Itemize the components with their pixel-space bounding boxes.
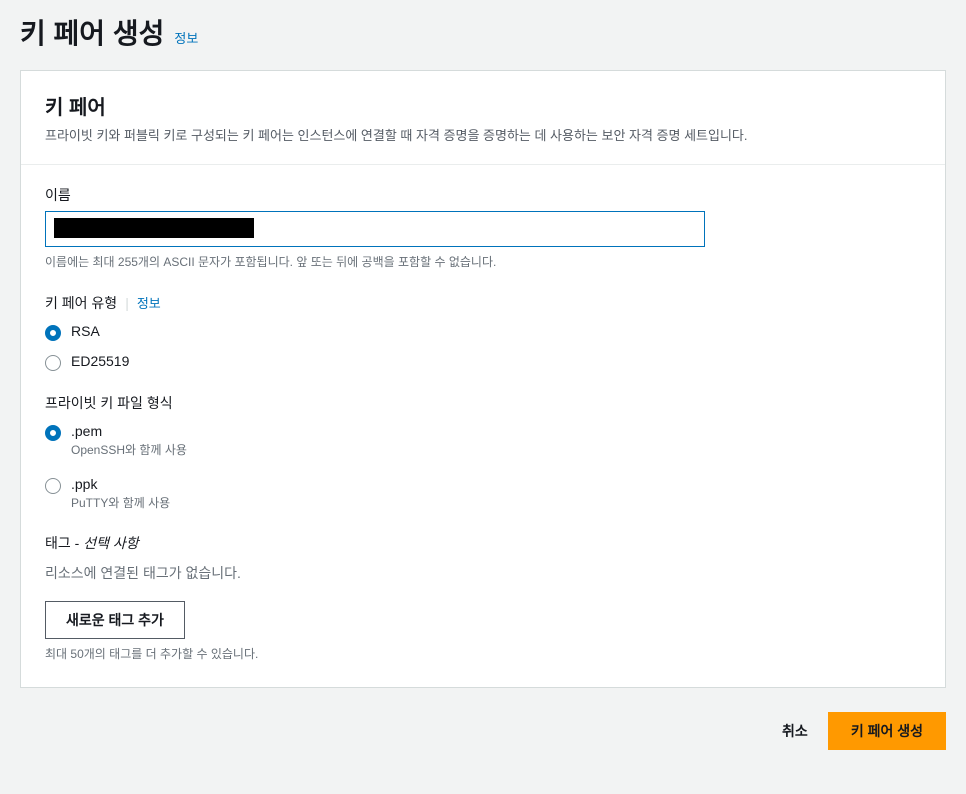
keypair-panel: 키 페어 프라이빗 키와 퍼블릭 키로 구성되는 키 페어는 인스턴스에 연결할… <box>20 70 946 688</box>
tags-label-suffix: 선택 사항 <box>83 535 138 551</box>
page-header: 키 페어 생성 정보 <box>20 0 946 70</box>
file-format-radio-group: .pem OpenSSH와 함께 사용 .ppk PuTTY와 함께 사용 <box>45 423 921 511</box>
tags-label-prefix: 태그 - <box>45 535 83 551</box>
file-format-field: 프라이빗 키 파일 형식 .pem OpenSSH와 함께 사용 .ppk Pu… <box>45 393 921 511</box>
tags-empty-text: 리소스에 연결된 태그가 없습니다. <box>45 563 921 583</box>
panel-title: 키 페어 <box>45 91 921 120</box>
radio-icon <box>45 425 61 441</box>
radio-label: RSA <box>71 323 100 339</box>
radio-label: .ppk <box>71 476 170 492</box>
tags-field: 태그 - 선택 사항 리소스에 연결된 태그가 없습니다. 새로운 태그 추가 … <box>45 533 921 663</box>
keypair-type-label: 키 페어 유형 <box>45 293 117 313</box>
radio-icon <box>45 355 61 371</box>
radio-description: PuTTY와 함께 사용 <box>71 494 170 511</box>
label-divider: | <box>125 295 129 311</box>
radio-option-ppk[interactable]: .ppk PuTTY와 함께 사용 <box>45 476 921 511</box>
name-input[interactable] <box>45 211 705 247</box>
name-input-value <box>54 218 254 238</box>
radio-label: .pem <box>71 423 187 439</box>
panel-header: 키 페어 프라이빗 키와 퍼블릭 키로 구성되는 키 페어는 인스턴스에 연결할… <box>21 71 945 165</box>
panel-body: 이름 이름에는 최대 255개의 ASCII 문자가 포함됩니다. 앞 또는 뒤… <box>21 165 945 687</box>
panel-description: 프라이빗 키와 퍼블릭 키로 구성되는 키 페어는 인스턴스에 연결할 때 자격… <box>45 126 921 146</box>
keypair-type-radio-group: RSA ED25519 <box>45 323 921 371</box>
name-field: 이름 이름에는 최대 255개의 ASCII 문자가 포함됩니다. 앞 또는 뒤… <box>45 185 921 271</box>
name-label: 이름 <box>45 185 921 205</box>
page-title: 키 페어 생성 <box>20 12 164 52</box>
radio-option-rsa[interactable]: RSA <box>45 323 921 341</box>
radio-description: OpenSSH와 함께 사용 <box>71 441 187 458</box>
radio-label: ED25519 <box>71 353 129 369</box>
footer-actions: 취소 키 페어 생성 <box>20 708 946 754</box>
radio-icon <box>45 325 61 341</box>
name-hint: 이름에는 최대 255개의 ASCII 문자가 포함됩니다. 앞 또는 뒤에 공… <box>45 253 921 271</box>
tags-limit-hint: 최대 50개의 태그를 더 추가할 수 있습니다. <box>45 645 921 663</box>
add-tag-button[interactable]: 새로운 태그 추가 <box>45 601 185 639</box>
radio-option-ed25519[interactable]: ED25519 <box>45 353 921 371</box>
radio-option-pem[interactable]: .pem OpenSSH와 함께 사용 <box>45 423 921 458</box>
page-info-link[interactable]: 정보 <box>174 28 198 47</box>
tags-label: 태그 - 선택 사항 <box>45 533 921 553</box>
cancel-button[interactable]: 취소 <box>782 721 808 741</box>
keypair-type-label-row: 키 페어 유형 | 정보 <box>45 293 921 313</box>
file-format-label: 프라이빗 키 파일 형식 <box>45 393 921 413</box>
radio-icon <box>45 478 61 494</box>
keypair-type-info-link[interactable]: 정보 <box>137 293 161 312</box>
create-keypair-button[interactable]: 키 페어 생성 <box>828 712 946 750</box>
keypair-type-field: 키 페어 유형 | 정보 RSA ED25519 <box>45 293 921 371</box>
